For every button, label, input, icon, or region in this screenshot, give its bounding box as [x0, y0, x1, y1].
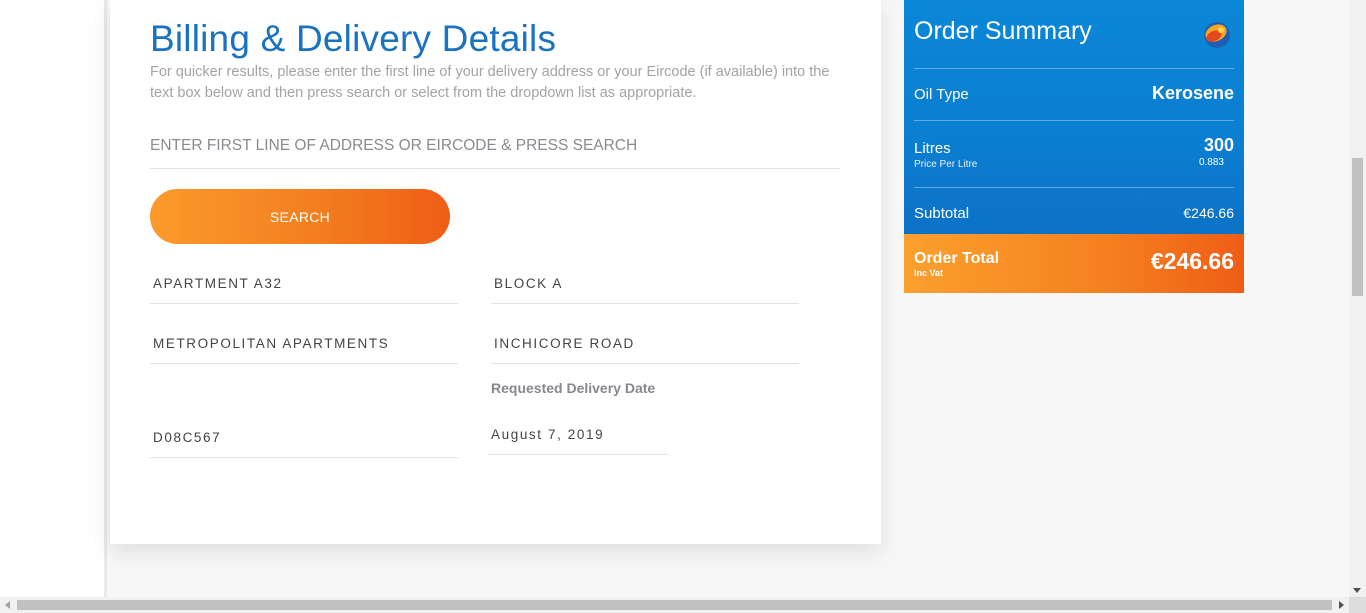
search-button[interactable]: SEARCH: [150, 189, 450, 244]
order-total-value: €246.66: [1150, 248, 1234, 274]
price-per-litre-label: Price Per Litre: [914, 159, 978, 170]
delivery-date-label: Requested Delivery Date: [491, 380, 656, 396]
litres-label: Litres: [914, 140, 951, 157]
order-summary-title: Order Summary: [914, 17, 1092, 45]
order-total-label: Order Total: [914, 250, 1000, 267]
content-left-border: [104, 0, 107, 597]
scroll-down-arrow-icon[interactable]: [1353, 588, 1361, 593]
address-line1-field[interactable]: APARTMENT A32: [150, 264, 458, 304]
delivery-date-field[interactable]: August 7, 2019: [488, 415, 668, 455]
vertical-scrollbar[interactable]: [1349, 0, 1366, 597]
oil-type-value: Kerosene: [1151, 83, 1234, 103]
oil-drop-logo-icon: [1204, 22, 1230, 48]
summary-divider: [914, 68, 1234, 69]
scroll-right-arrow-icon[interactable]: [1339, 601, 1344, 609]
address-line2-field[interactable]: BLOCK A: [491, 264, 799, 304]
address-search-input[interactable]: [150, 124, 840, 169]
page-title: Billing & Delivery Details: [150, 18, 557, 59]
scroll-left-arrow-icon[interactable]: [5, 601, 10, 609]
instructions-text: For quicker results, please enter the fi…: [150, 64, 830, 101]
price-per-litre-value: 0.883: [1198, 157, 1224, 168]
summary-divider: [914, 187, 1234, 188]
scrollbar-corner: [1349, 597, 1366, 613]
subtotal-value: €246.66: [1183, 205, 1234, 221]
inc-vat-label: Inc Vat: [914, 268, 944, 278]
litres-value: 300: [1203, 135, 1234, 155]
order-total-bar: Order Total Inc Vat €246.66: [904, 234, 1244, 293]
oil-type-label: Oil Type: [914, 86, 969, 103]
horizontal-scrollbar[interactable]: [0, 597, 1349, 613]
summary-divider: [914, 120, 1234, 121]
vertical-scrollbar-thumb[interactable]: [1352, 158, 1363, 296]
address-line3-field[interactable]: METROPOLITAN APARTMENTS: [150, 324, 458, 364]
order-summary-panel: Order Summary Oil Type Kerosene Litres P…: [904, 0, 1244, 234]
subtotal-label: Subtotal: [914, 205, 970, 222]
eircode-field[interactable]: D08C567: [150, 418, 458, 458]
address-line4-field[interactable]: INCHICORE ROAD: [491, 324, 799, 364]
horizontal-scrollbar-thumb[interactable]: [17, 600, 1332, 610]
